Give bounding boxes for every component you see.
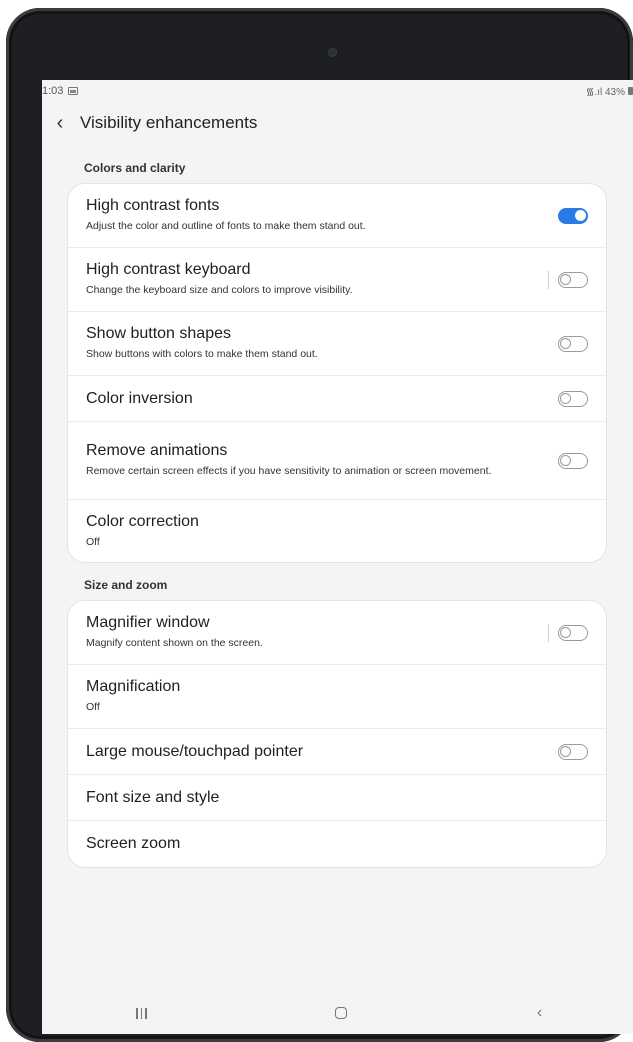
navigation-bar: ‹ bbox=[42, 992, 633, 1034]
app-bar: ‹ Visibility enhancements bbox=[42, 108, 633, 138]
setting-subtitle: Show buttons with colors to make them st… bbox=[86, 348, 318, 361]
setting-title: High contrast fonts bbox=[86, 197, 220, 215]
toggle-switch-off[interactable] bbox=[558, 452, 588, 469]
toggle-knob bbox=[560, 392, 571, 404]
setting-title: Color inversion bbox=[86, 389, 193, 407]
setting-font-size-and-style[interactable]: Font size and style bbox=[68, 775, 606, 821]
recents-button[interactable] bbox=[122, 998, 162, 1028]
setting-screen-zoom[interactable]: Screen zoom bbox=[68, 821, 606, 867]
status-indicators: ᯾.ıl 43% bbox=[585, 87, 625, 98]
setting-title: Magnification bbox=[86, 678, 181, 696]
toggle-switch-on[interactable] bbox=[558, 207, 588, 224]
back-icon: ‹ bbox=[536, 1004, 543, 1021]
section-header-colors-and-clarity: Colors and clarity bbox=[84, 161, 186, 175]
settings-card-colors-and-clarity: High contrast fonts Adjust the color and… bbox=[67, 183, 607, 563]
toggle-knob bbox=[560, 273, 571, 285]
setting-magnifier-window[interactable]: Magnifier window Magnify content shown o… bbox=[68, 601, 606, 665]
setting-title: Color correction bbox=[86, 512, 199, 530]
home-icon bbox=[334, 1007, 347, 1019]
vertical-divider bbox=[548, 270, 549, 289]
toggle-knob bbox=[560, 626, 571, 638]
toggle-knob bbox=[575, 209, 586, 221]
setting-color-inversion[interactable]: Color inversion bbox=[68, 376, 606, 422]
setting-title: Show button shapes bbox=[86, 325, 231, 343]
gallery-notification-icon bbox=[68, 87, 79, 95]
toggle-knob bbox=[560, 337, 571, 349]
nav-back-button[interactable]: ‹ bbox=[520, 998, 560, 1028]
toggle-switch-off[interactable] bbox=[558, 271, 588, 288]
front-camera bbox=[328, 48, 337, 57]
setting-high-contrast-keyboard[interactable]: High contrast keyboard Change the keyboa… bbox=[68, 248, 606, 312]
battery-icon bbox=[628, 87, 633, 95]
toggle-switch-off[interactable] bbox=[558, 390, 588, 407]
settings-card-size-and-zoom: Magnifier window Magnify content shown o… bbox=[67, 600, 607, 868]
toggle-knob bbox=[560, 745, 571, 757]
setting-subtitle: Adjust the color and outline of fonts to… bbox=[86, 220, 366, 233]
tablet-bezel: 1:03 ᯾.ıl 43% ‹ Visibility enhancements … bbox=[6, 8, 633, 1042]
recents-icon bbox=[136, 1007, 147, 1019]
setting-status: Off bbox=[86, 535, 100, 548]
vertical-divider bbox=[548, 623, 549, 642]
setting-title: High contrast keyboard bbox=[86, 261, 251, 279]
status-bar: 1:03 ᯾.ıl 43% bbox=[42, 80, 633, 102]
setting-large-pointer[interactable]: Large mouse/touchpad pointer bbox=[68, 729, 606, 775]
page-title: Visibility enhancements bbox=[80, 113, 258, 132]
setting-title: Large mouse/touchpad pointer bbox=[86, 742, 304, 760]
setting-show-button-shapes[interactable]: Show button shapes Show buttons with col… bbox=[68, 312, 606, 376]
setting-title: Screen zoom bbox=[86, 835, 181, 852]
screen: 1:03 ᯾.ıl 43% ‹ Visibility enhancements … bbox=[42, 80, 633, 1034]
setting-subtitle: Magnify content shown on the screen. bbox=[86, 637, 263, 650]
setting-subtitle: Change the keyboard size and colors to i… bbox=[86, 284, 353, 297]
toggle-switch-off[interactable] bbox=[558, 624, 588, 641]
setting-remove-animations[interactable]: Remove animations Remove certain screen … bbox=[68, 422, 606, 500]
setting-subtitle: Remove certain screen effects if you hav… bbox=[86, 465, 492, 478]
setting-magnification[interactable]: Magnification Off bbox=[68, 665, 606, 729]
setting-status: Off bbox=[86, 701, 100, 714]
home-button[interactable] bbox=[321, 998, 361, 1028]
setting-high-contrast-fonts[interactable]: High contrast fonts Adjust the color and… bbox=[68, 184, 606, 248]
setting-title: Magnifier window bbox=[86, 614, 210, 632]
section-header-size-and-zoom: Size and zoom bbox=[84, 578, 168, 592]
chevron-left-icon: ‹ bbox=[56, 111, 64, 134]
back-button[interactable]: ‹ bbox=[42, 108, 80, 138]
toggle-switch-off[interactable] bbox=[558, 743, 588, 760]
status-time: 1:03 bbox=[42, 85, 64, 97]
setting-title: Remove animations bbox=[86, 442, 228, 460]
setting-color-correction[interactable]: Color correction Off bbox=[68, 500, 606, 562]
toggle-knob bbox=[560, 454, 571, 466]
setting-title: Font size and style bbox=[86, 788, 220, 806]
toggle-switch-off[interactable] bbox=[558, 335, 588, 352]
